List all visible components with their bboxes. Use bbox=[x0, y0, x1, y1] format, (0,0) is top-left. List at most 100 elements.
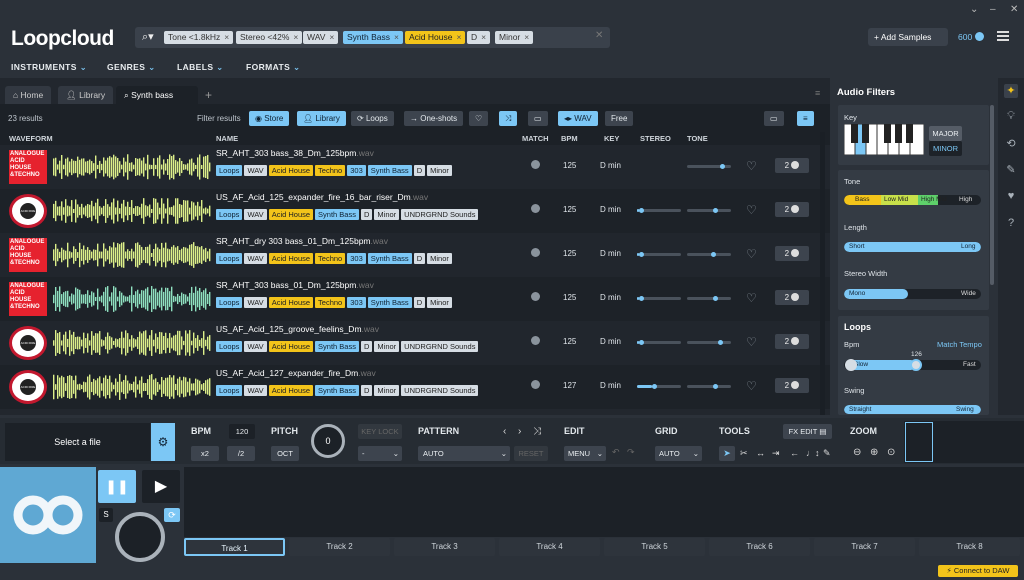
zoom-overview[interactable] bbox=[904, 421, 1024, 463]
loopcloud-logo[interactable]: Loopcloud bbox=[11, 27, 114, 51]
history-icon[interactable]: ⟲ bbox=[1004, 137, 1018, 151]
pointer-tool-icon[interactable]: ➤ bbox=[719, 446, 735, 461]
row-tag[interactable]: Loops bbox=[216, 341, 243, 352]
download-button[interactable]: 2 bbox=[775, 158, 809, 173]
row-tag[interactable]: WAV bbox=[244, 165, 267, 176]
sample-name[interactable]: US_AF_Acid_125_expander_fire_16_bar_rise… bbox=[216, 192, 428, 202]
search-icon[interactable]: ⌕▾ bbox=[142, 30, 154, 44]
tab-menu-icon[interactable]: ≡ bbox=[815, 88, 820, 98]
row-tag[interactable]: Minor bbox=[374, 341, 400, 352]
row-tag[interactable]: Loops bbox=[216, 253, 243, 264]
sample-name[interactable]: SR_AHT_303 bass_01_Dm_125bpm.wav bbox=[216, 280, 374, 290]
table-row[interactable]: ACID FIRE US_AF_Acid_125_groove_feelins_D… bbox=[0, 321, 830, 365]
row-tag[interactable]: Acid House bbox=[268, 253, 314, 264]
favourite-heart-icon[interactable]: ♡ bbox=[746, 291, 757, 305]
pattern-select[interactable]: AUTO ⌄ bbox=[418, 446, 510, 461]
heart-icon[interactable]: ♥ bbox=[1004, 190, 1018, 204]
col-stereo[interactable]: STEREO bbox=[640, 134, 671, 143]
sparkle-icon[interactable]: ✦ bbox=[1004, 84, 1018, 98]
bpm-min-handle[interactable] bbox=[845, 359, 857, 371]
sample-name[interactable]: US_AF_Acid_125_groove_feelins_Dm.wav bbox=[216, 324, 379, 334]
table-row[interactable]: ANALOGUE ACID HOUSE &TECHNO SR_AHT_303 ba… bbox=[0, 145, 830, 189]
length-slider[interactable]: Short Long bbox=[844, 242, 981, 252]
row-tag[interactable]: Synth Bass bbox=[367, 253, 412, 264]
row-tag[interactable]: Synth Bass bbox=[367, 165, 412, 176]
play-button[interactable]: ▶ bbox=[142, 470, 180, 503]
nav-genres[interactable]: GENRES ⌄ bbox=[107, 62, 156, 73]
row-tag[interactable]: Synth Bass bbox=[315, 209, 359, 220]
row-tag[interactable]: Techno bbox=[315, 165, 346, 176]
match-tempo-link[interactable]: Match Tempo bbox=[937, 340, 982, 349]
row-tag[interactable]: WAV bbox=[244, 253, 267, 264]
volume-knob[interactable] bbox=[115, 512, 165, 562]
wav-filter-button[interactable]: ◂▸ WAV bbox=[558, 111, 598, 126]
waveform[interactable] bbox=[53, 284, 211, 314]
row-tag[interactable]: D bbox=[413, 297, 426, 308]
help-icon[interactable]: ? bbox=[1004, 217, 1018, 231]
octave-button[interactable]: OCT bbox=[271, 446, 299, 461]
table-row[interactable]: ANALOGUE ACID HOUSE &TECHNO SR_AHT_dry 30… bbox=[0, 233, 830, 277]
waveform[interactable] bbox=[53, 372, 211, 402]
zoom-viewport-handle[interactable] bbox=[905, 422, 933, 462]
download-button[interactable]: 2 bbox=[775, 378, 809, 393]
row-tag[interactable]: UNDRGRND Sounds bbox=[401, 385, 479, 396]
bulb-icon[interactable]: 💡︎ bbox=[1004, 110, 1018, 124]
edit-menu-select[interactable]: MENU ⌄ bbox=[564, 446, 606, 461]
bpm-max-handle[interactable] bbox=[910, 359, 922, 371]
row-tag[interactable]: WAV bbox=[244, 209, 267, 220]
library-button[interactable]: 👤︎ Library bbox=[297, 111, 346, 126]
key-lock-button[interactable]: KEY LOCK bbox=[358, 424, 402, 439]
col-tone[interactable]: TONE bbox=[687, 134, 708, 143]
list-scrollbar[interactable] bbox=[820, 132, 825, 415]
pitch-tool-icon[interactable]: ♩↕ bbox=[806, 448, 820, 458]
row-tag[interactable]: WAV bbox=[244, 341, 267, 352]
new-tab-plus-icon[interactable]: + bbox=[205, 88, 212, 102]
row-tag[interactable]: Loops bbox=[216, 385, 243, 396]
restore-icon[interactable]: – bbox=[990, 4, 996, 15]
row-tag[interactable]: Loops bbox=[216, 165, 243, 176]
bpm-half-button[interactable]: /2 bbox=[227, 446, 255, 461]
col-key[interactable]: KEY bbox=[604, 134, 619, 143]
search-tag[interactable]: D × bbox=[467, 31, 491, 44]
col-name[interactable]: NAME bbox=[216, 134, 238, 143]
remove-tag-icon[interactable]: × bbox=[456, 32, 461, 42]
row-tag[interactable]: Synth Bass bbox=[315, 341, 359, 352]
stereo-width-slider[interactable]: Mono Wide bbox=[844, 289, 981, 299]
track-tab-5[interactable]: Track 5 bbox=[604, 538, 705, 556]
row-tag[interactable]: Techno bbox=[315, 253, 346, 264]
tab-home[interactable]: ⌂ Home bbox=[5, 86, 52, 104]
settings-gear-icon[interactable]: ⚙ bbox=[151, 423, 175, 461]
nav-labels[interactable]: LABELS ⌄ bbox=[177, 62, 224, 73]
shuffle-button[interactable]: ⤨ bbox=[499, 111, 518, 126]
favourite-heart-icon[interactable]: ♡ bbox=[746, 335, 757, 349]
swing-slider[interactable]: Straight Swing bbox=[844, 405, 981, 414]
row-tag[interactable]: Minor bbox=[427, 165, 452, 176]
row-tag[interactable]: Acid House bbox=[268, 385, 314, 396]
reverse-tool-icon[interactable]: ⇥ bbox=[772, 448, 780, 459]
search-tag[interactable]: Stereo <42% × bbox=[236, 31, 303, 44]
pattern-prev-icon[interactable]: ‹ bbox=[503, 426, 506, 437]
connect-to-daw-button[interactable]: ⚡ Connect to DAW bbox=[938, 565, 1018, 577]
remove-tag-icon[interactable]: × bbox=[481, 32, 486, 42]
list-view-button[interactable]: ≡ bbox=[797, 111, 814, 126]
favourite-heart-icon[interactable]: ♡ bbox=[746, 379, 757, 393]
search-tag[interactable]: WAV × bbox=[303, 31, 339, 44]
tab-library[interactable]: 👤︎ Library bbox=[58, 86, 114, 104]
track-tab-4[interactable]: Track 4 bbox=[499, 538, 600, 556]
row-tag[interactable]: Synth Bass bbox=[367, 297, 412, 308]
reset-button[interactable]: RESET bbox=[514, 446, 548, 461]
download-button[interactable]: 2 bbox=[775, 290, 809, 305]
tab-synth-bass[interactable]: ⌕ Synth bass bbox=[116, 86, 198, 104]
minor-toggle[interactable]: MINOR bbox=[929, 141, 962, 156]
download-button[interactable]: 2 bbox=[775, 246, 809, 261]
clear-search-icon[interactable]: ✕ bbox=[595, 30, 603, 41]
track-tab-2[interactable]: Track 2 bbox=[289, 538, 390, 556]
major-toggle[interactable]: MAJOR bbox=[929, 126, 962, 141]
row-tag[interactable]: WAV bbox=[244, 297, 267, 308]
bpm-double-button[interactable]: x2 bbox=[191, 446, 219, 461]
scissors-tool-icon[interactable]: ✂ bbox=[740, 448, 748, 459]
row-tag[interactable]: Synth Bass bbox=[315, 385, 359, 396]
track-tab-7[interactable]: Track 7 bbox=[814, 538, 915, 556]
stretch-tool-icon[interactable]: ↔ bbox=[756, 448, 765, 458]
sample-name[interactable]: SR_AHT_dry 303 bass_01_Dm_125bpm.wav bbox=[216, 236, 388, 246]
